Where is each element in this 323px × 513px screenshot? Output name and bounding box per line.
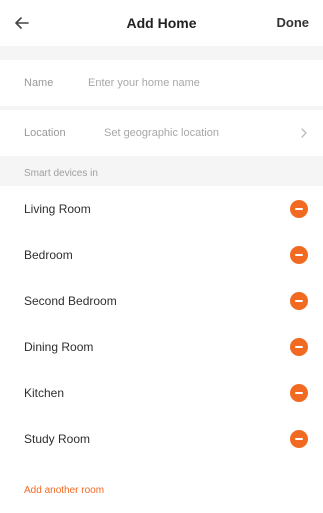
header-bar: Add Home Done xyxy=(0,0,323,46)
location-placeholder: Set geographic location xyxy=(104,127,219,139)
home-name-input[interactable] xyxy=(88,77,258,89)
remove-room-button[interactable] xyxy=(290,200,308,218)
rooms-section-label: Smart devices in xyxy=(24,167,98,179)
location-label: Location xyxy=(24,127,66,139)
room-row-dining-room: Dining Room xyxy=(0,324,323,370)
room-row-study-room: Study Room xyxy=(0,416,323,462)
location-field-row[interactable]: Location Set geographic location xyxy=(0,110,323,156)
rooms-section-header: Smart devices in xyxy=(0,160,323,186)
room-row-bedroom: Bedroom xyxy=(0,232,323,278)
remove-room-button[interactable] xyxy=(290,384,308,402)
room-row-kitchen: Kitchen xyxy=(0,370,323,416)
remove-room-button[interactable] xyxy=(290,246,308,264)
remove-room-button[interactable] xyxy=(290,430,308,448)
minus-circle-icon xyxy=(295,254,303,256)
arrow-left-icon xyxy=(15,17,29,29)
minus-circle-icon xyxy=(295,392,303,394)
chevron-right-icon xyxy=(301,128,307,138)
room-list: Living Room Bedroom Second Bedroom Dinin… xyxy=(0,186,323,462)
add-room-link[interactable]: Add another room xyxy=(24,485,104,496)
minus-circle-icon xyxy=(295,208,303,210)
room-name: Bedroom xyxy=(24,248,73,262)
room-name: Study Room xyxy=(24,432,91,446)
minus-circle-icon xyxy=(295,438,303,440)
header-divider xyxy=(0,46,323,60)
page-title: Add Home xyxy=(126,15,197,31)
remove-room-button[interactable] xyxy=(290,292,308,310)
done-button[interactable]: Done xyxy=(277,15,310,30)
name-field-row: Name xyxy=(0,60,323,106)
minus-circle-icon xyxy=(295,346,303,348)
room-name: Second Bedroom xyxy=(24,294,117,308)
name-label: Name xyxy=(24,77,54,89)
remove-room-button[interactable] xyxy=(290,338,308,356)
minus-circle-icon xyxy=(295,300,303,302)
room-name: Kitchen xyxy=(24,386,65,400)
room-row-second-bedroom: Second Bedroom xyxy=(0,278,323,324)
room-row-living-room: Living Room xyxy=(0,186,323,232)
back-button[interactable] xyxy=(8,9,36,37)
room-name: Living Room xyxy=(24,202,91,216)
room-name: Dining Room xyxy=(24,340,94,354)
